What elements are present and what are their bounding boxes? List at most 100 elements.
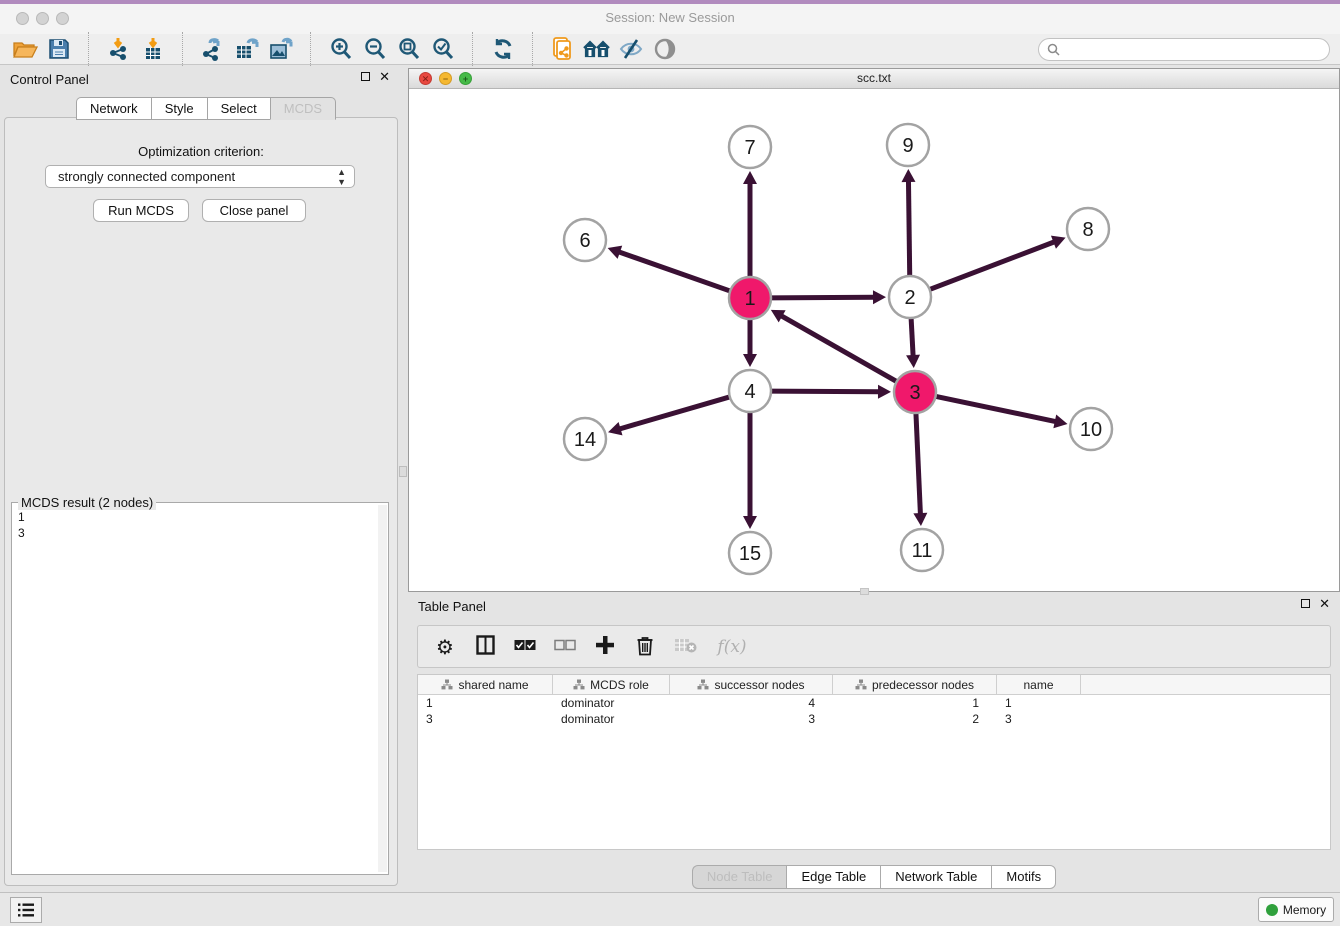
save-session-button[interactable] — [42, 34, 76, 64]
run-mcds-button[interactable]: Run MCDS — [93, 199, 189, 222]
apply-style-button[interactable] — [486, 34, 520, 64]
search-icon — [1047, 43, 1060, 56]
tab-node-table[interactable]: Node Table — [692, 865, 787, 889]
search-input[interactable] — [1065, 42, 1321, 58]
mcds-result-text[interactable]: 1 3 — [12, 505, 378, 874]
unselect-all-button[interactable] — [552, 634, 578, 660]
task-history-button[interactable] — [10, 897, 42, 923]
vertical-splitter[interactable] — [399, 66, 407, 886]
criterion-value: strongly connected component — [58, 169, 235, 184]
table-panel-title: Table Panel — [418, 599, 486, 614]
cell-mcds-role[interactable]: dominator — [553, 712, 670, 726]
edge-arrowhead — [906, 355, 920, 368]
column-visibility-button[interactable] — [472, 634, 498, 660]
zoom-fit-icon — [397, 37, 421, 61]
graph-edge[interactable] — [618, 252, 732, 292]
cell-successor-nodes[interactable]: 3 — [670, 712, 833, 726]
graph-edge[interactable] — [769, 391, 880, 392]
control-panel: Control Panel ✕ Network Style Select MCD… — [4, 66, 398, 886]
cell-predecessor-nodes[interactable]: 1 — [833, 696, 997, 710]
save-floppy-icon — [48, 38, 70, 60]
cell-predecessor-nodes[interactable]: 2 — [833, 712, 997, 726]
export-network-button[interactable] — [196, 34, 230, 64]
network-window-titlebar[interactable]: ✕ − + scc.txt — [409, 69, 1339, 89]
close-panel-icon[interactable]: ✕ — [1319, 599, 1330, 608]
column-header-mcds-role[interactable]: MCDS role — [553, 675, 670, 694]
export-image-icon — [268, 37, 294, 61]
zoom-selected-button[interactable] — [426, 34, 460, 64]
mcds-result-box: MCDS result (2 nodes) 1 3 — [11, 502, 389, 875]
toolbar-separator — [532, 32, 534, 66]
tab-network[interactable]: Network — [76, 97, 151, 120]
graph-edge[interactable] — [934, 396, 1057, 422]
cell-successor-nodes[interactable]: 4 — [670, 696, 833, 710]
graph-edge[interactable] — [780, 315, 898, 382]
column-header-predecessor-nodes[interactable]: predecessor nodes — [833, 675, 997, 694]
tab-select[interactable]: Select — [207, 97, 270, 120]
zoom-in-button[interactable] — [324, 34, 358, 64]
eye-slash-icon — [618, 37, 644, 61]
graph-edge[interactable] — [916, 411, 921, 515]
network-canvas[interactable]: 7968124314101511 — [409, 88, 1339, 591]
graph-edge[interactable] — [928, 241, 1056, 290]
fx-label: f(x) — [717, 637, 746, 657]
column-header-shared-name[interactable]: shared name — [418, 675, 553, 694]
delete-table-button[interactable] — [672, 634, 698, 660]
float-panel-icon[interactable] — [361, 72, 370, 81]
status-bar: Memory — [0, 892, 1340, 926]
graph-edge[interactable] — [911, 316, 913, 357]
node-label: 7 — [744, 137, 755, 159]
close-panel-button[interactable]: Close panel — [202, 199, 306, 222]
cell-mcds-role[interactable]: dominator — [553, 696, 670, 710]
cell-shared-name[interactable]: 3 — [418, 712, 553, 726]
node-label: 15 — [739, 543, 761, 565]
graph-edge[interactable] — [769, 297, 875, 298]
import-table-button[interactable] — [136, 34, 170, 64]
open-session-button[interactable] — [8, 34, 42, 64]
zoom-out-button[interactable] — [358, 34, 392, 64]
cell-name[interactable]: 1 — [997, 696, 1081, 710]
select-all-button[interactable] — [512, 634, 538, 660]
table-settings-button[interactable]: ⚙ — [432, 634, 458, 660]
search-field[interactable] — [1038, 38, 1330, 61]
export-table-button[interactable] — [230, 34, 264, 64]
export-table-icon — [234, 37, 260, 61]
criterion-dropdown[interactable]: strongly connected component ▲▼ — [45, 165, 355, 188]
chevron-up-down-icon: ▲▼ — [337, 167, 346, 187]
delete-column-button[interactable] — [632, 634, 658, 660]
float-panel-icon[interactable] — [1301, 599, 1310, 608]
column-header-name[interactable]: name — [997, 675, 1081, 694]
column-header-successor-nodes[interactable]: successor nodes — [670, 675, 833, 694]
table-row[interactable]: 1 dominator 4 1 1 — [418, 695, 1330, 711]
table-row[interactable]: 3 dominator 3 2 3 — [418, 711, 1330, 727]
cell-shared-name[interactable]: 1 — [418, 696, 553, 710]
close-panel-icon[interactable]: ✕ — [379, 72, 390, 81]
create-column-button[interactable] — [592, 634, 618, 660]
export-image-button[interactable] — [264, 34, 298, 64]
edge-arrowhead — [878, 385, 891, 399]
import-network-button[interactable] — [102, 34, 136, 64]
tab-network-table[interactable]: Network Table — [880, 865, 991, 889]
result-scrollbar[interactable] — [378, 505, 387, 872]
zoom-fit-button[interactable] — [392, 34, 426, 64]
attribute-tree-icon — [441, 679, 453, 690]
tab-mcds[interactable]: MCDS — [270, 97, 336, 120]
tab-style[interactable]: Style — [151, 97, 207, 120]
hide-graphics-button[interactable] — [614, 34, 648, 64]
memory-button[interactable]: Memory — [1258, 897, 1334, 922]
style-document-button[interactable] — [546, 34, 580, 64]
show-graphics-button[interactable] — [648, 34, 682, 64]
checked-boxes-icon — [514, 639, 536, 654]
graph-edge[interactable] — [908, 180, 909, 278]
cell-name[interactable]: 3 — [997, 712, 1081, 726]
graph-edge[interactable] — [619, 396, 732, 429]
attribute-tree-icon — [573, 679, 585, 690]
function-builder-button[interactable]: f(x) — [712, 634, 752, 660]
main-toolbar — [0, 34, 1340, 65]
splitter-handle[interactable] — [399, 466, 407, 477]
tab-motifs[interactable]: Motifs — [991, 865, 1056, 889]
network-home-button[interactable] — [580, 34, 614, 64]
node-label: 1 — [744, 288, 755, 310]
tab-edge-table[interactable]: Edge Table — [786, 865, 880, 889]
node-table: shared name MCDS role successor nodes pr… — [417, 674, 1331, 850]
